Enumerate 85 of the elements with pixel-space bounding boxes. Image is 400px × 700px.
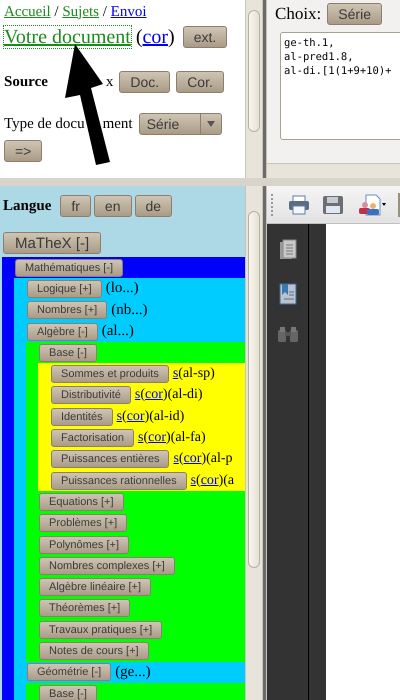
choice-button[interactable]: Série [327, 3, 382, 25]
dropdown-arrow-icon [206, 121, 215, 127]
tree-button[interactable]: Notes de cours [+] [39, 642, 149, 660]
separator-text: )(al-fa) [166, 430, 206, 446]
ext-button[interactable]: ext. [182, 26, 228, 48]
node-code: (al...) [102, 323, 134, 340]
link[interactable]: Votre document [4, 26, 131, 48]
language-label: Langue [3, 198, 52, 214]
tree-button[interactable]: Factorisation [51, 429, 134, 448]
node-code: (ge...) [115, 664, 151, 681]
language-button[interactable]: en [94, 195, 132, 217]
printer-icon[interactable] [288, 194, 310, 214]
source-label-end: x [106, 74, 114, 90]
code-line: ge-th.1, [284, 36, 336, 50]
separator-text: / [102, 4, 108, 20]
link[interactable]: cor [142, 26, 168, 48]
document-type-label-end: ment [102, 116, 133, 132]
link[interactable]: cor [184, 451, 202, 466]
tree-button[interactable]: Equations [+] [39, 492, 124, 511]
separator-text: )(al-p [201, 451, 233, 466]
language-button[interactable]: de [134, 195, 172, 217]
separator-text: ( [143, 430, 148, 446]
separator-text: )(al-id) [144, 408, 184, 424]
scrollbar[interactable] [267, 163, 400, 178]
people-document-icon[interactable] [356, 194, 386, 216]
link[interactable]: s [138, 430, 144, 446]
document-type-select[interactable]: Série [138, 113, 222, 135]
tree-button[interactable]: Puissances entières [51, 450, 170, 468]
scrollbar[interactable] [245, 186, 262, 700]
link[interactable]: Sujets [62, 4, 99, 20]
link[interactable]: Envoi [110, 4, 147, 20]
document-type-label: Type de docu [4, 116, 85, 132]
link[interactable]: Accueil [4, 4, 51, 20]
link[interactable]: s [173, 451, 179, 466]
separator-text: ( [122, 408, 127, 424]
tree-button[interactable]: Puissances rationnelles [51, 472, 187, 490]
language-button[interactable]: fr [60, 195, 91, 217]
tree-button[interactable]: Mathématiques [-] [15, 258, 124, 277]
tree-button[interactable]: Sommes et produits [51, 365, 169, 384]
node-code: (lo...) [106, 280, 139, 298]
link[interactable]: s [172, 366, 178, 382]
tree-button[interactable]: Base [-] [39, 344, 97, 362]
tree-button[interactable]: Identités [51, 408, 113, 426]
tree-button[interactable]: Polynômes [+] [39, 536, 130, 554]
node-code: (nb...) [111, 302, 148, 319]
bookmark-document-icon[interactable] [278, 283, 296, 305]
code-line: al-pred1.8, [284, 50, 355, 64]
binoculars-icon[interactable] [276, 327, 298, 343]
source-button[interactable]: Doc. [119, 71, 170, 93]
separator-text: )(a [218, 472, 234, 488]
separator-text: ( [140, 387, 146, 402]
separator-text: ( [134, 26, 142, 48]
link[interactable]: cor [126, 408, 145, 424]
tree-button[interactable]: Nombres complexes [+] [39, 556, 175, 575]
link[interactable]: cor [145, 387, 163, 402]
tree-button[interactable]: Travaux pratiques [+] [39, 620, 162, 639]
tree-button[interactable]: Problèmes [+] [39, 514, 128, 532]
tree-button[interactable]: Distributivité [51, 386, 131, 404]
tree-button[interactable]: MaTheX [-] [3, 232, 102, 254]
separator-text: ) [168, 26, 175, 48]
link[interactable]: s [134, 387, 140, 402]
text-area[interactable]: ge-th.1, al-pred1.8, al-di.[1(1+9+10)+ [280, 32, 400, 140]
separator-text: / [53, 4, 60, 20]
choice-label: Choix: [275, 4, 322, 24]
source-label: Source [4, 74, 48, 90]
link[interactable]: cor [200, 472, 219, 488]
separator-text: ( [196, 472, 201, 488]
tree-button[interactable]: Base [-] [39, 684, 97, 700]
tree-button[interactable]: Nombres [+] [27, 301, 108, 320]
code-line: al-di.[1(1+9+10)+ [284, 64, 392, 78]
separator-text: ( [178, 451, 184, 466]
source-button[interactable]: Cor. [176, 71, 224, 93]
separator-text: )(al-di) [162, 387, 203, 402]
tree-button[interactable]: Géométrie [-] [27, 663, 112, 682]
scrollbar[interactable] [245, 0, 262, 178]
tree-button[interactable]: Logique [+] [27, 280, 102, 298]
link[interactable]: cor [148, 430, 166, 446]
tree-button[interactable]: Algèbre linéaire [+] [39, 578, 152, 596]
submit-button[interactable]: => [4, 140, 42, 162]
separator-text: (al-sp) [178, 366, 215, 382]
pages-icon[interactable] [278, 239, 296, 261]
link[interactable]: s [116, 408, 122, 424]
tree-button[interactable]: Théorèmes [+] [39, 599, 130, 618]
tree-button[interactable]: Algèbre [-] [27, 322, 98, 341]
link[interactable]: s [190, 472, 196, 488]
